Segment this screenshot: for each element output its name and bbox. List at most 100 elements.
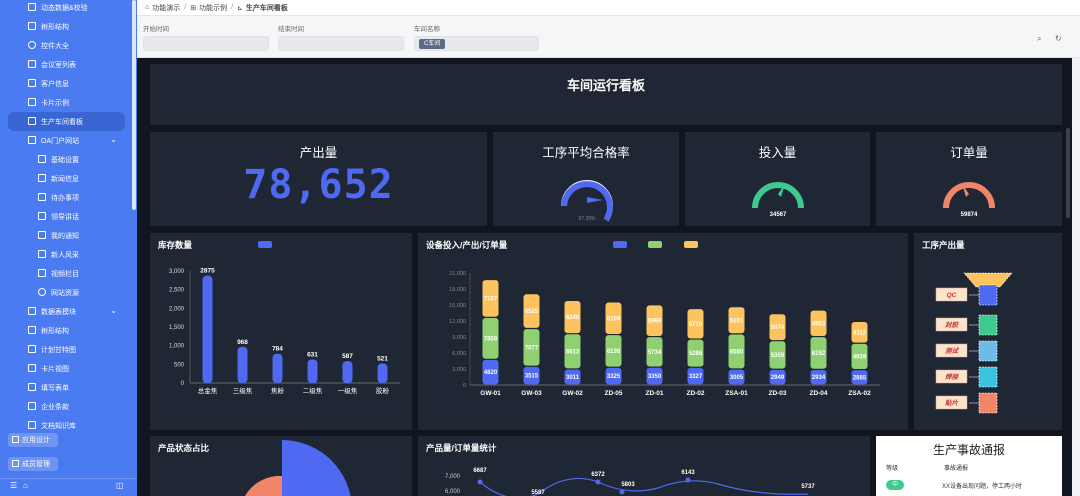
member-manage-button[interactable]: 成员管理 xyxy=(8,457,58,471)
notice-col-text: 事故通报 xyxy=(944,466,969,472)
app-design-button[interactable]: 应用设计 xyxy=(8,433,58,447)
reset-icon[interactable]: ↻ xyxy=(1055,34,1062,43)
gauge-fill xyxy=(752,182,804,209)
y-tick: 7,000 xyxy=(445,474,461,480)
sidebar-item-label: 控件大全 xyxy=(41,42,69,50)
user-icon xyxy=(12,460,19,467)
grid-icon xyxy=(38,250,46,258)
sidebar-item[interactable]: 卡片视图 xyxy=(0,359,137,378)
sidebar-item-label: 新人风采 xyxy=(51,251,79,259)
start-time-input[interactable] xyxy=(143,36,269,51)
collapse-icon[interactable]: ◫ xyxy=(116,481,124,490)
step-label: 封胶 xyxy=(945,321,960,329)
sidebar-item[interactable]: 填写表单 xyxy=(0,378,137,397)
x-tick-label: GW-03 xyxy=(521,390,542,397)
home-icon[interactable]: ⌂ xyxy=(23,481,28,490)
x-tick-label: ZSA-02 xyxy=(848,390,871,397)
sidebar-item[interactable]: 网站资源 xyxy=(0,283,137,302)
breadcrumb-mid[interactable]: 功能示例 xyxy=(199,3,227,13)
y-tick-label: 1,000 xyxy=(169,344,185,350)
grid-icon xyxy=(38,231,46,239)
end-time-input[interactable] xyxy=(278,36,404,51)
gauge-fill xyxy=(943,182,995,209)
data-label: 587 xyxy=(342,353,353,360)
bar xyxy=(272,353,283,383)
workshop-tag[interactable]: C车间 xyxy=(419,39,446,49)
sidebar-item[interactable]: 控件大全 xyxy=(0,36,137,55)
grid-icon xyxy=(28,345,36,353)
gauge-needle xyxy=(587,197,603,203)
chart-icon: ⊾ xyxy=(237,4,243,12)
scroll-thumb[interactable] xyxy=(1066,128,1070,218)
workshop-select[interactable]: C车间 xyxy=(414,36,539,51)
data-label: 4112 xyxy=(853,330,867,336)
data-label: 2934 xyxy=(812,375,826,381)
pie-slice-orange[interactable] xyxy=(245,475,282,496)
sidebar-item-label: 填写表单 xyxy=(41,384,69,392)
sidebar-item[interactable]: 会议室列表 xyxy=(0,55,137,74)
sidebar-item[interactable]: 我的通知 xyxy=(0,226,137,245)
sidebar-item[interactable]: 卡片示例 xyxy=(0,93,137,112)
grid-icon xyxy=(28,79,36,87)
data-label: 5734 xyxy=(648,350,662,356)
chart-icon xyxy=(28,117,36,125)
sidebar-item[interactable]: 树形结构 xyxy=(0,17,137,36)
search-icon[interactable]: ⌕ xyxy=(1037,34,1041,44)
kpi-order-panel: 订单量 59874 xyxy=(876,132,1062,226)
circle-icon xyxy=(38,288,46,296)
funnel-step xyxy=(978,392,998,414)
process-funnel: QC 封胶测试焊接贴片 xyxy=(935,272,1013,414)
sidebar-item[interactable]: 基础设置 xyxy=(0,150,137,169)
sidebar-item-label: 企业条款 xyxy=(41,403,69,411)
sidebar-item[interactable]: OA门户网站 ⌄ xyxy=(0,131,137,150)
bar xyxy=(377,363,388,383)
data-label: 6580 xyxy=(730,349,744,355)
data-label: 6109 xyxy=(607,316,621,322)
breadcrumb-home[interactable]: 功能演示 xyxy=(152,3,180,13)
sidebar-item[interactable]: 领导讲话 xyxy=(0,207,137,226)
funnel-step xyxy=(978,340,998,362)
data-point[interactable] xyxy=(619,489,625,495)
sidebar-scrollbar[interactable] xyxy=(132,0,136,210)
dashboard: 车间运行看板 产出量 78,652 工序平均合格率 87.28% 投入量 345… xyxy=(137,58,1072,496)
pie-slice-blue[interactable] xyxy=(282,440,352,496)
notice-col-level: 等级 xyxy=(886,466,899,472)
grid-icon xyxy=(28,383,36,391)
sidebar-item[interactable]: 新闻信息 xyxy=(0,169,137,188)
sidebar-item[interactable]: 企业条款 xyxy=(0,397,137,416)
sidebar-item[interactable]: 动态数据&校验 xyxy=(0,0,137,17)
data-point[interactable] xyxy=(685,477,691,483)
sidebar-item[interactable]: 树形结构 xyxy=(0,321,137,340)
app-root: 动态数据&校验 树形结构 控件大全 会议室列表 客户信息 卡片示例 生产车间看板 OA门户网站… xyxy=(0,0,1080,496)
x-tick-label: 胶粉 xyxy=(376,386,390,395)
data-label: 7107 xyxy=(484,296,498,302)
data-point[interactable] xyxy=(595,479,601,485)
data-point[interactable] xyxy=(477,479,483,485)
grid-icon xyxy=(28,402,36,410)
sidebar-item-label: 树形结构 xyxy=(41,23,69,31)
sidebar-item[interactable]: 待办事项 xyxy=(0,188,137,207)
chevron-down-icon[interactable]: ⌄ xyxy=(110,306,117,315)
sidebar-item[interactable]: 客户信息 xyxy=(0,74,137,93)
sidebar-item[interactable]: 视频栏目 xyxy=(0,264,137,283)
step-label: QC xyxy=(947,292,957,299)
data-label: 2875 xyxy=(200,268,215,275)
kpi-pass-panel: 工序平均合格率 87.28% xyxy=(493,132,679,226)
menu-icon[interactable]: ☰ xyxy=(10,481,17,490)
home-icon: ⌂ xyxy=(145,4,150,11)
start-time-label: 开始时间 xyxy=(143,26,169,33)
order-gauge: 59874 xyxy=(943,182,995,218)
sidebar-item[interactable]: 计划甘特图 xyxy=(0,340,137,359)
y-tick-label: 12,000 xyxy=(449,319,466,325)
sidebar-item-label: 动态数据&校验 xyxy=(41,4,88,12)
sidebar-item[interactable]: 数据表模块 ⌄ xyxy=(0,302,137,321)
sidebar-item-label: 客户信息 xyxy=(41,80,69,88)
dashboard-scrollbar[interactable] xyxy=(1064,58,1072,496)
y-tick-label: 1,500 xyxy=(169,325,185,331)
notice-panel: 生产事故通报 等级 事故通报 中 XX设备出现问题，停工两小时 xyxy=(876,436,1062,496)
sidebar-item[interactable]: 新人风采 xyxy=(0,245,137,264)
chevron-down-icon[interactable]: ⌄ xyxy=(110,135,117,144)
kpi-pass-value: 87.28% xyxy=(579,216,597,222)
sidebar-item[interactable]: 生产车间看板 xyxy=(8,112,125,131)
data-label: 6152 xyxy=(812,351,826,357)
